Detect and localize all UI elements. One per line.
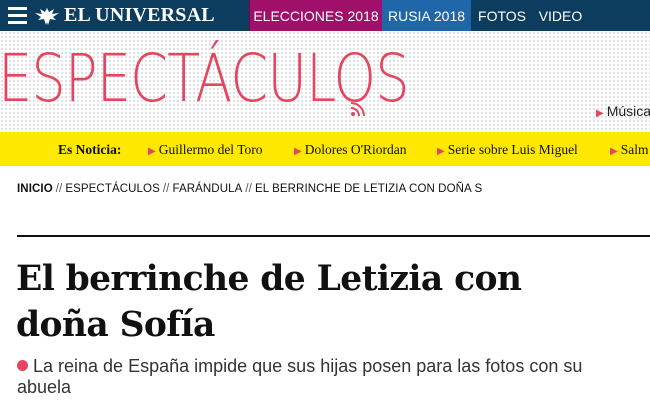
divider [17, 235, 650, 237]
breadcrumb-current[interactable]: EL BERRINCHE DE LETIZIA CON DOÑA S [255, 183, 482, 195]
section-header: ESPECTÁCULOS ▶ Música [0, 31, 650, 132]
trending-item[interactable]: ▶ Dolores O'Riordan [294, 142, 407, 158]
trending-item[interactable]: ▶ Serie sobre Luis Miguel [437, 142, 578, 158]
breadcrumb-separator: // [162, 183, 170, 195]
breadcrumb-farandula[interactable]: FARÁNDULA [172, 183, 242, 195]
brand-name: EL UNIVERSAL [64, 4, 215, 26]
breadcrumb-separator: // [55, 183, 63, 195]
article-summary: La reina de España impide que sus hijas … [17, 356, 637, 398]
headline-line: doña Sofía [16, 305, 215, 345]
section-title[interactable]: ESPECTÁCULOS [0, 46, 410, 112]
breadcrumb-home[interactable]: INICIO [17, 183, 53, 195]
menu-icon[interactable] [0, 0, 34, 31]
site-logo[interactable]: EL UNIVERSAL [34, 0, 249, 31]
tab-fotos[interactable]: FOTOS [471, 0, 533, 31]
breadcrumb-espectaculos[interactable]: ESPECTÁCULOS [65, 183, 160, 195]
trending-bar: Es Noticia: ▶ Guillermo del Toro ▶ Dolores… [0, 132, 650, 166]
top-nav-bar: EL UNIVERSAL ELECCIONES 2018 RUSIA 2018 … [0, 0, 650, 31]
section-link-musica[interactable]: ▶ Música [596, 103, 650, 119]
triangle-right-icon: ▶ [596, 108, 604, 119]
tab-elecciones-2018[interactable]: ELECCIONES 2018 [249, 0, 382, 31]
triangle-right-icon: ▶ [437, 146, 445, 157]
trending-label: Es Noticia: [58, 142, 122, 157]
trending-item[interactable]: ▶ Salm [610, 142, 648, 158]
article-headline: El berrinche de Letizia con doña Sofía [16, 256, 636, 348]
section-link-label: Música [606, 103, 650, 119]
breadcrumb-separator: // [245, 183, 252, 195]
triangle-right-icon: ▶ [294, 146, 302, 157]
tab-video[interactable]: VIDEO [533, 0, 588, 31]
summary-line: La reina de España impide que sus hijas … [33, 356, 583, 376]
eagle-logo-icon [35, 7, 59, 25]
headline-line: El berrinche de Letizia con [16, 259, 522, 299]
triangle-right-icon: ▶ [148, 146, 156, 157]
rss-icon[interactable] [350, 101, 366, 117]
summary-line: abuela [17, 377, 72, 397]
breadcrumb: INICIO//ESPECTÁCULOS//FARÁNDULA//EL BERR… [17, 183, 482, 195]
tab-rusia-2018[interactable]: RUSIA 2018 [382, 0, 471, 31]
triangle-right-icon: ▶ [610, 146, 618, 157]
bullet-dot-icon [17, 360, 28, 371]
trending-item[interactable]: ▶ Guillermo del Toro [148, 142, 263, 158]
